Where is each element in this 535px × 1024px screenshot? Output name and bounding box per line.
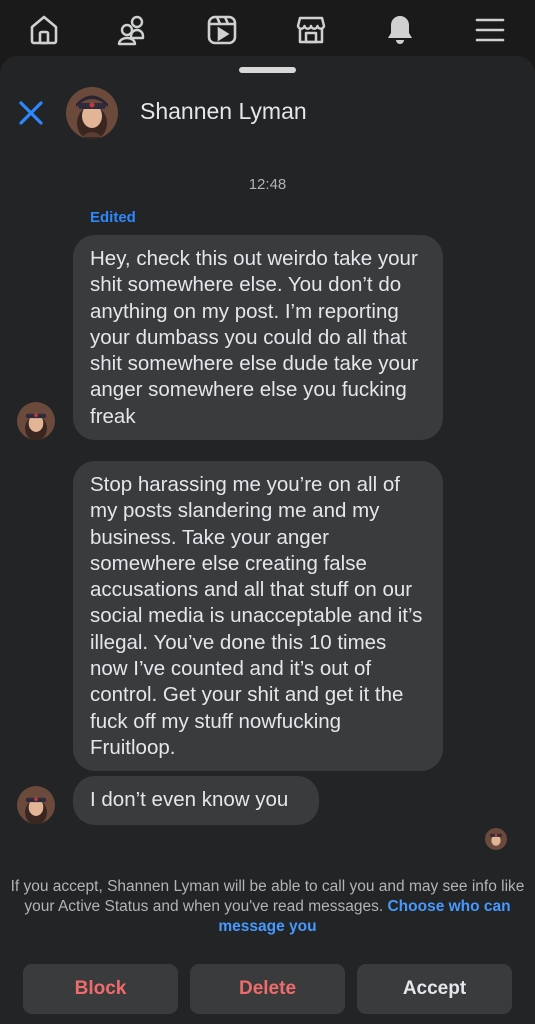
sheet-drag-handle[interactable] xyxy=(239,67,296,73)
top-navigation-bar xyxy=(0,0,535,60)
message-bubble[interactable]: I don’t even know you xyxy=(73,776,319,825)
seen-indicator-avatar xyxy=(485,828,507,850)
message-request-notice: If you accept, Shannen Lyman will be abl… xyxy=(10,877,525,937)
contact-name[interactable]: Shannen Lyman xyxy=(140,98,307,125)
close-icon[interactable] xyxy=(14,96,48,130)
friends-icon[interactable] xyxy=(113,10,153,50)
delete-button[interactable]: Delete xyxy=(190,964,345,1014)
message-bubble[interactable]: Hey, check this out weirdo take your shi… xyxy=(73,235,443,440)
message-request-sheet: Shannen Lyman 12:48 Edited Hey, check th… xyxy=(0,56,535,1024)
menu-icon[interactable] xyxy=(470,10,510,50)
request-actions: Block Delete Accept xyxy=(0,964,535,1014)
marketplace-icon[interactable] xyxy=(291,10,331,50)
message-bubble[interactable]: Stop harassing me you’re on all of my po… xyxy=(73,461,443,771)
block-button[interactable]: Block xyxy=(23,964,178,1014)
video-icon[interactable] xyxy=(202,10,242,50)
home-icon[interactable] xyxy=(24,10,64,50)
accept-button[interactable]: Accept xyxy=(357,964,512,1014)
contact-avatar[interactable] xyxy=(66,87,118,139)
sender-avatar[interactable] xyxy=(17,402,55,440)
edited-label[interactable]: Edited xyxy=(90,209,136,226)
sender-avatar[interactable] xyxy=(17,786,55,824)
notifications-icon[interactable] xyxy=(380,10,420,50)
message-timestamp: 12:48 xyxy=(248,176,287,193)
